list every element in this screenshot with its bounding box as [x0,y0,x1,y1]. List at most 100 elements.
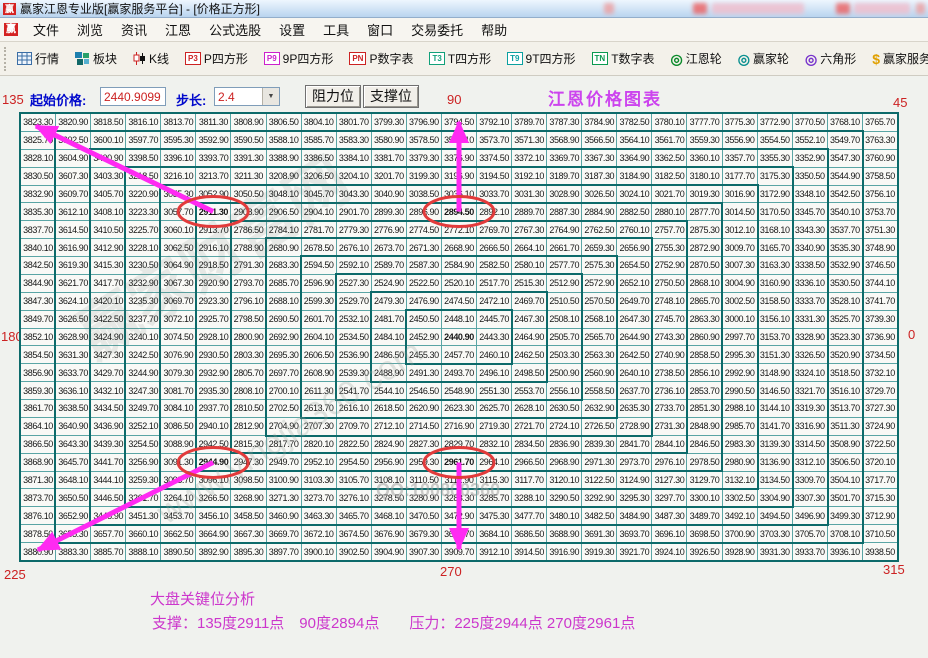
price-cell: 3168.10 [757,221,792,239]
menu-item-工具[interactable]: 工具 [314,21,358,40]
price-cell: 2601.70 [301,310,336,328]
price-cell: 2990.50 [722,382,757,400]
price-cell: 3792.10 [477,114,512,132]
menu-item-资讯[interactable]: 资讯 [112,21,156,40]
price-cell: 2560.90 [582,364,617,382]
price-cell: 2820.10 [301,435,336,453]
price-cell: 3057.70 [161,203,196,221]
price-cell: 2565.70 [582,328,617,346]
price-cell: 3422.50 [91,310,126,328]
price-cell: 2997.70 [722,328,757,346]
price-cell: 3369.70 [547,149,582,167]
menu-item-公式选股[interactable]: 公式选股 [200,21,270,40]
price-cell: 3681.70 [441,525,476,543]
toolbar-item-行情[interactable]: 行情 [12,48,64,69]
price-cell: 3919.30 [582,543,617,561]
toolbar-item-K线[interactable]: K线 [128,48,174,69]
toolbar-item-9T四方形[interactable]: T99T四方形 [502,48,580,69]
menu-item-窗口[interactable]: 窗口 [358,21,402,40]
price-cell: 3499.30 [827,507,862,525]
price-cell: 3696.10 [652,525,687,543]
price-cell: 3441.70 [91,453,126,471]
blurred-promo [604,3,614,14]
price-cell: 3429.70 [91,364,126,382]
price-cell: 3811.30 [196,114,231,132]
price-cell: 2606.50 [301,346,336,364]
price-cell: 3926.50 [687,543,722,561]
price-cell: 2760.10 [617,221,652,239]
price-cell: 3842.50 [21,257,56,275]
price-cell: 3307.30 [792,489,827,507]
price-cell: 2541.70 [336,382,371,400]
price-cell: 3055.30 [161,185,196,203]
price-cell: 3465.70 [336,507,371,525]
price-cell: 3220.90 [126,185,161,203]
price-cell: 3127.30 [652,471,687,489]
price-cell: 3199.30 [406,167,441,185]
price-cell: 2714.50 [406,417,441,435]
toolbar-item-板块[interactable]: 板块 [70,48,122,69]
chevron-down-icon[interactable]: ▼ [262,88,279,105]
price-cell: 3218.50 [126,167,161,185]
price-cell: 3091.30 [161,453,196,471]
toolbar-item-T数字表[interactable]: TNT数字表 [587,48,660,69]
price-cell: 3211.30 [231,167,266,185]
price-cell: 2515.30 [512,274,547,292]
price-cell: 3362.50 [652,149,687,167]
price-cell: 3777.70 [687,114,722,132]
toolbar-item-P四方形[interactable]: P3P四方形 [180,48,253,69]
toolbar-item-赢家服务[interactable]: $赢家服务 [867,48,928,69]
price-cell: 2613.70 [301,400,336,418]
start-price-input[interactable] [100,87,166,106]
toolbar-item-六角形[interactable]: ◎六角形 [800,48,861,69]
price-cell: 2916.10 [196,239,231,257]
price-cell: 3112.90 [441,471,476,489]
price-cell: 2940.10 [196,417,231,435]
menu-item-江恩[interactable]: 江恩 [156,21,200,40]
price-cell: 2812.90 [231,417,266,435]
price-cell: 2628.10 [512,400,547,418]
toolbar-item-T四方形[interactable]: T3T四方形 [424,48,496,69]
toolbar-item-9P四方形[interactable]: P99P四方形 [259,48,338,69]
price-cell: 3744.10 [862,274,897,292]
price-cell: 2496.10 [477,364,512,382]
menu-item-文件[interactable]: 文件 [24,21,68,40]
toolbar-item-赢家轮[interactable]: ◎赢家轮 [733,48,794,69]
price-cell: 2764.90 [547,221,582,239]
price-cell: 3825.70 [21,131,56,149]
menu-item-浏览[interactable]: 浏览 [68,21,112,40]
price-cell: 2666.50 [477,239,512,257]
menu-item-帮助[interactable]: 帮助 [472,21,516,40]
price-cell: 3225.70 [126,221,161,239]
price-cell: 3698.50 [687,525,722,543]
price-cell: 3933.70 [792,543,827,561]
price-cell: 2520.10 [441,274,476,292]
menu-item-交易委托[interactable]: 交易委托 [402,21,472,40]
price-cell: 2937.70 [196,400,231,418]
support-button[interactable]: 支撑位 [363,85,419,108]
price-cell: 3043.30 [336,185,371,203]
price-cell: 3456.10 [196,507,231,525]
price-cell: 3424.90 [91,328,126,346]
price-cell: 3100.90 [266,471,301,489]
price-cell: 2877.70 [687,203,722,221]
price-cell: 3727.30 [862,400,897,418]
price-cell: 3148.90 [757,364,792,382]
price-cell: 3852.10 [21,328,56,346]
price-cell: 3772.90 [757,114,792,132]
price-cell: 3866.50 [21,435,56,453]
toolbar-item-P数字表[interactable]: PNP数字表 [344,48,418,69]
price-cell: 3345.70 [792,203,827,221]
toolbar-item-label: P四方形 [204,50,248,67]
price-cell: 3160.90 [757,274,792,292]
price-cell: 3746.50 [862,257,897,275]
price-cell: 2500.90 [547,364,582,382]
resistance-button[interactable]: 阻力位 [305,85,361,108]
price-cell: 3660.10 [126,525,161,543]
price-cell: 3367.30 [582,149,617,167]
step-combobox[interactable]: 2.4 ▼ [214,87,280,106]
toolbar-item-label: 9T四方形 [526,50,576,67]
menu-item-设置[interactable]: 设置 [270,21,314,40]
toolbar-item-江恩轮[interactable]: ◎江恩轮 [666,48,727,69]
title-bar: 赢 赢家江恩专业版[赢家服务平台] - [价格正方形] [0,0,928,18]
